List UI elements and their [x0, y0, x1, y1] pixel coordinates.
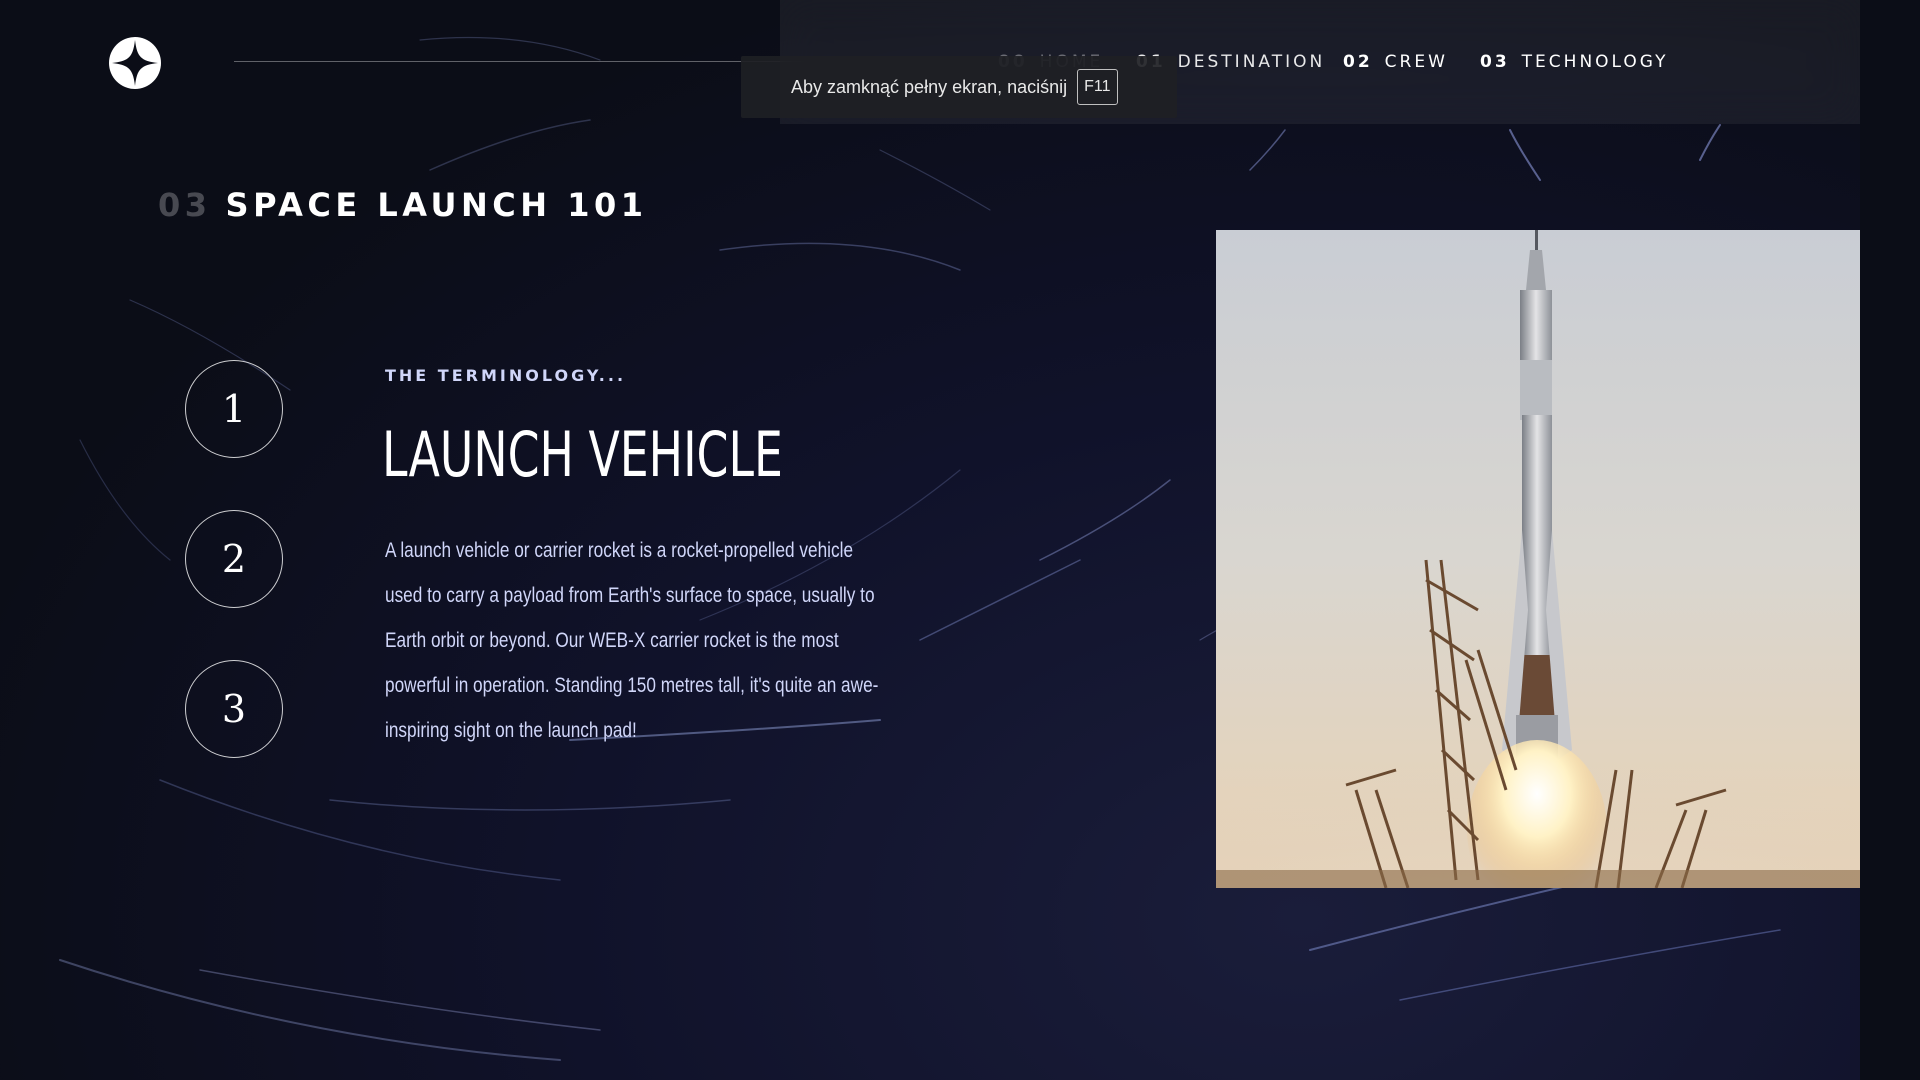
technology-title: LAUNCH VEHICLE: [382, 418, 783, 491]
f11-key-hint: F11: [1077, 69, 1118, 105]
nav-item-number: 02: [1343, 52, 1373, 72]
header-divider: [234, 61, 822, 62]
nav-item-crew[interactable]: 02 CREW: [1343, 52, 1448, 72]
fullscreen-notice: Aby zamknąć pełny ekran, naciśnij F11: [741, 56, 1177, 118]
nav-item-label: DESTINATION: [1177, 52, 1326, 72]
step-button-2[interactable]: 2: [185, 510, 283, 608]
rocket-launch-image: [1216, 230, 1860, 888]
nav-item-technology[interactable]: 03 TECHNOLOGY: [1480, 52, 1669, 72]
page-title: 03 SPACE LAUNCH 101: [158, 186, 647, 224]
fullscreen-notice-text: Aby zamknąć pełny ekran, naciśnij: [791, 76, 1068, 97]
technology-description: A launch vehicle or carrier rocket is a …: [385, 539, 879, 742]
page-number: 03: [158, 186, 212, 224]
page-heading-text: SPACE LAUNCH 101: [225, 186, 648, 224]
nav-item-label: TECHNOLOGY: [1521, 52, 1669, 72]
logo-icon[interactable]: [109, 37, 161, 89]
section-eyebrow: THE TERMINOLOGY...: [385, 366, 627, 385]
nav-item-label: CREW: [1384, 52, 1448, 72]
nav-item-number: 03: [1480, 52, 1510, 72]
page-edge: [1860, 0, 1920, 1080]
step-button-3[interactable]: 3: [185, 660, 283, 758]
step-button-1[interactable]: 1: [185, 360, 283, 458]
